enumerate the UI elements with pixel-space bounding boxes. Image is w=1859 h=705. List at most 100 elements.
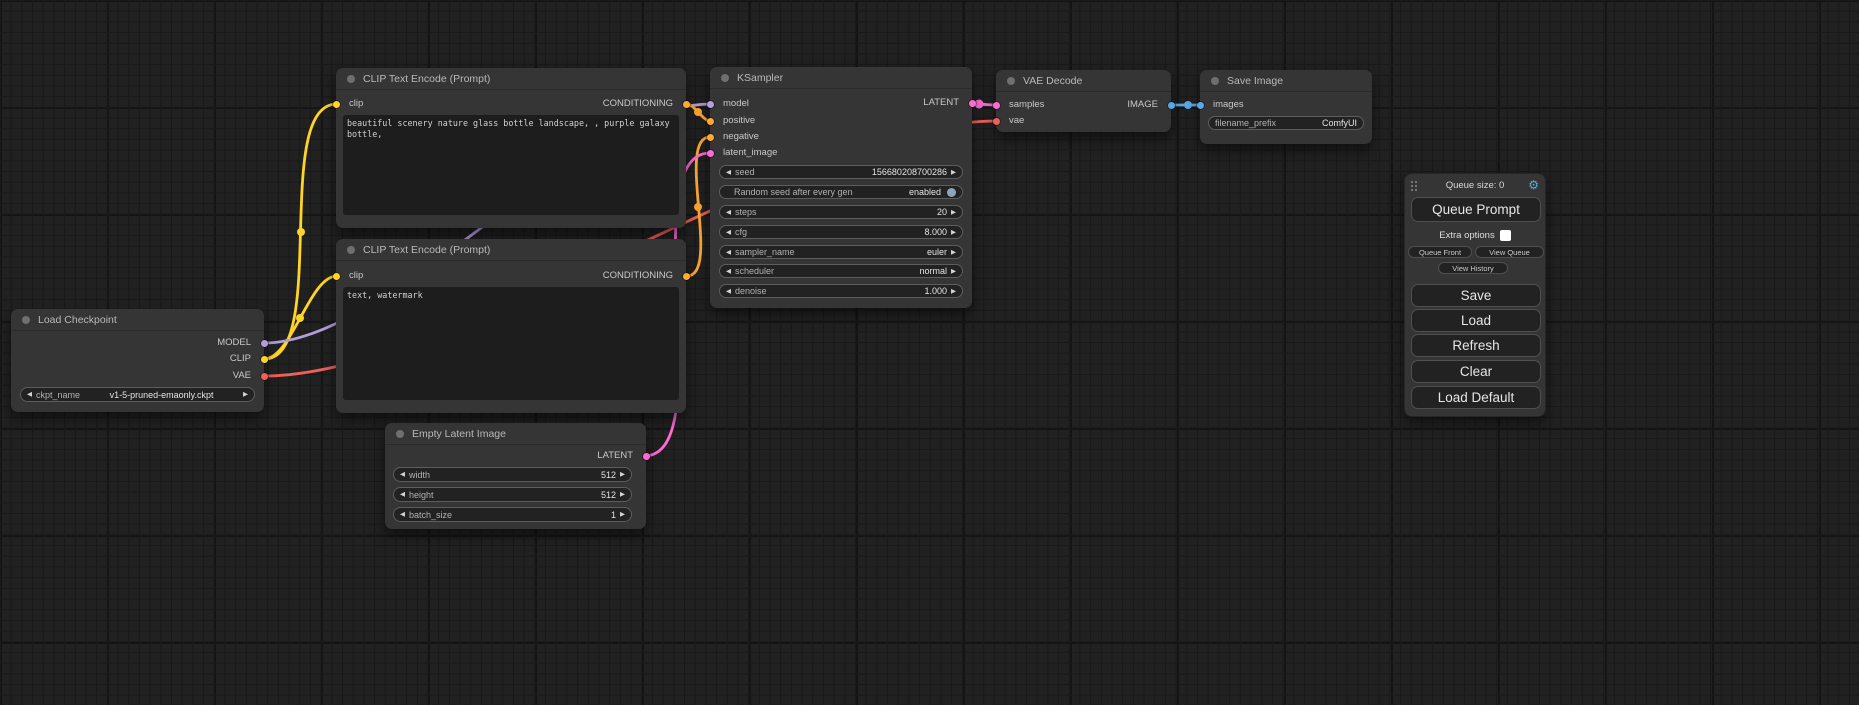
slot-dot-conditioning[interactable]	[707, 134, 714, 141]
scheduler-widget[interactable]: ◀ scheduler normal ▶	[719, 264, 963, 278]
input-slot-clip[interactable]: clip	[336, 270, 363, 282]
filename-prefix-widget[interactable]: filename_prefix ComfyUI	[1208, 116, 1364, 130]
width-widget[interactable]: ◀ width 512 ▶	[393, 467, 632, 482]
next-arrow-icon[interactable]: ▶	[243, 391, 248, 398]
denoise-widget[interactable]: ◀ denoise 1.000 ▶	[719, 284, 963, 298]
slot-dot-clip[interactable]	[261, 356, 268, 363]
node-save-image[interactable]: Save Image images filename_prefix ComfyU…	[1200, 70, 1372, 144]
view-history-button[interactable]: View History	[1438, 262, 1508, 274]
node-load-checkpoint[interactable]: Load Checkpoint MODEL CLIP VAE ◀ ckpt_na…	[11, 309, 264, 412]
save-button[interactable]: Save	[1411, 284, 1541, 307]
output-slot-conditioning[interactable]: CONDITIONING	[603, 270, 686, 282]
input-slot-clip[interactable]: clip	[336, 98, 363, 110]
node-clip-text-encode-negative[interactable]: CLIP Text Encode (Prompt) clip CONDITION…	[336, 239, 686, 413]
node-title: VAE Decode	[1023, 75, 1082, 87]
slot-label: clip	[349, 270, 363, 281]
slot-dot-conditioning[interactable]	[683, 101, 690, 108]
node-title: KSampler	[737, 72, 783, 84]
node-clip-text-encode-positive[interactable]: CLIP Text Encode (Prompt) clip CONDITION…	[336, 68, 686, 228]
next-arrow-icon[interactable]: ▶	[620, 491, 625, 498]
next-arrow-icon[interactable]: ▶	[620, 511, 625, 518]
slot-dot-clip[interactable]	[333, 273, 340, 280]
node-ksampler[interactable]: KSampler model positive negative latent_…	[710, 67, 972, 308]
ckpt-name-widget[interactable]: ◀ ckpt_name v1-5-pruned-emaonly.ckpt ▶	[20, 387, 255, 402]
slot-dot-vae[interactable]	[261, 373, 268, 380]
prev-arrow-icon[interactable]: ◀	[400, 471, 405, 478]
node-empty-latent-image[interactable]: Empty Latent Image LATENT ◀ width 512 ▶ …	[385, 423, 646, 529]
slot-dot-latent[interactable]	[643, 453, 650, 460]
queue-prompt-button[interactable]: Queue Prompt	[1411, 197, 1541, 222]
toggle-knob-icon[interactable]	[947, 188, 956, 197]
node-graph-canvas[interactable]: Load Checkpoint MODEL CLIP VAE ◀ ckpt_na…	[0, 0, 1859, 705]
prev-arrow-icon[interactable]: ◀	[726, 268, 731, 275]
output-slot-model[interactable]: MODEL	[217, 337, 264, 349]
collapse-dot-icon[interactable]	[1211, 77, 1219, 85]
prompt-textarea[interactable]: text, watermark	[343, 287, 679, 400]
slot-dot-model[interactable]	[707, 101, 714, 108]
prev-arrow-icon[interactable]: ◀	[726, 209, 731, 216]
input-slot-model[interactable]: model	[710, 98, 749, 110]
collapse-dot-icon[interactable]	[347, 75, 355, 83]
input-slot-samples[interactable]: samples	[996, 99, 1044, 111]
slot-dot-latent[interactable]	[993, 102, 1000, 109]
output-slot-latent[interactable]: LATENT	[597, 450, 646, 462]
input-slot-images[interactable]: images	[1200, 99, 1244, 111]
output-slot-latent[interactable]: LATENT	[923, 97, 972, 109]
input-slot-latent-image[interactable]: latent_image	[710, 147, 777, 159]
refresh-button[interactable]: Refresh	[1411, 334, 1541, 357]
collapse-dot-icon[interactable]	[22, 316, 30, 324]
extra-options-checkbox[interactable]	[1500, 230, 1511, 241]
prev-arrow-icon[interactable]: ◀	[726, 169, 731, 176]
prev-arrow-icon[interactable]: ◀	[726, 229, 731, 236]
clear-button[interactable]: Clear	[1411, 360, 1541, 383]
node-vae-decode[interactable]: VAE Decode samples vae IMAGE	[996, 70, 1171, 132]
slot-dot-vae[interactable]	[993, 118, 1000, 125]
prompt-textarea[interactable]: beautiful scenery nature glass bottle la…	[343, 115, 679, 215]
queue-front-button[interactable]: Queue Front	[1408, 246, 1472, 258]
next-arrow-icon[interactable]: ▶	[951, 229, 956, 236]
load-button[interactable]: Load	[1411, 309, 1541, 332]
slot-dot-image[interactable]	[1197, 102, 1204, 109]
input-slot-negative[interactable]: negative	[710, 131, 759, 143]
widget-value: 1	[611, 510, 616, 520]
input-slot-vae[interactable]: vae	[996, 115, 1024, 127]
slot-dot-image[interactable]	[1168, 102, 1175, 109]
next-arrow-icon[interactable]: ▶	[951, 288, 956, 295]
prev-arrow-icon[interactable]: ◀	[726, 249, 731, 256]
slot-dot-clip[interactable]	[333, 101, 340, 108]
output-slot-clip[interactable]: CLIP	[230, 353, 264, 365]
next-arrow-icon[interactable]: ▶	[951, 169, 956, 176]
gear-icon[interactable]: ⚙	[1528, 178, 1539, 192]
random-seed-toggle-widget[interactable]: Random seed after every gen enabled	[719, 185, 963, 199]
view-queue-button[interactable]: View Queue	[1475, 246, 1544, 258]
slot-dot-model[interactable]	[261, 340, 268, 347]
steps-widget[interactable]: ◀ steps 20 ▶	[719, 205, 963, 219]
prev-arrow-icon[interactable]: ◀	[27, 391, 32, 398]
output-slot-conditioning[interactable]: CONDITIONING	[603, 98, 686, 110]
cfg-widget[interactable]: ◀ cfg 8.000 ▶	[719, 225, 963, 239]
output-slot-image[interactable]: IMAGE	[1127, 99, 1171, 111]
collapse-dot-icon[interactable]	[1007, 77, 1015, 85]
prev-arrow-icon[interactable]: ◀	[400, 491, 405, 498]
next-arrow-icon[interactable]: ▶	[620, 471, 625, 478]
next-arrow-icon[interactable]: ▶	[951, 249, 956, 256]
output-slot-vae[interactable]: VAE	[233, 370, 264, 382]
next-arrow-icon[interactable]: ▶	[951, 268, 956, 275]
seed-widget[interactable]: ◀ seed 156680208700286 ▶	[719, 165, 963, 179]
load-default-button[interactable]: Load Default	[1411, 386, 1541, 409]
prev-arrow-icon[interactable]: ◀	[726, 288, 731, 295]
queue-menu-panel[interactable]: Queue size: 0 ⚙ Queue Prompt Extra optio…	[1404, 173, 1546, 417]
slot-dot-conditioning[interactable]	[707, 118, 714, 125]
collapse-dot-icon[interactable]	[347, 246, 355, 254]
input-slot-positive[interactable]: positive	[710, 115, 755, 127]
slot-dot-latent[interactable]	[707, 150, 714, 157]
slot-dot-latent[interactable]	[969, 100, 976, 107]
next-arrow-icon[interactable]: ▶	[951, 209, 956, 216]
prev-arrow-icon[interactable]: ◀	[400, 511, 405, 518]
sampler-name-widget[interactable]: ◀ sampler_name euler ▶	[719, 245, 963, 259]
height-widget[interactable]: ◀ height 512 ▶	[393, 487, 632, 502]
collapse-dot-icon[interactable]	[721, 74, 729, 82]
collapse-dot-icon[interactable]	[396, 430, 404, 438]
batch-size-widget[interactable]: ◀ batch_size 1 ▶	[393, 507, 632, 522]
slot-dot-conditioning[interactable]	[683, 273, 690, 280]
